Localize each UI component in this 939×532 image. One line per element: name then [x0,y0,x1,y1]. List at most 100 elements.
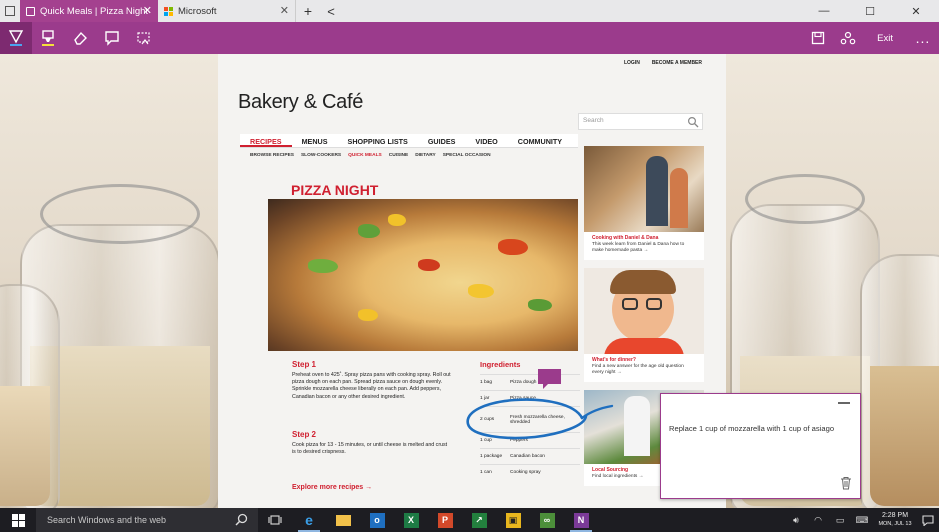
ingredients-list: Ingredients 1 bag Pizza dough 1 jar Pizza … [480,360,580,480]
window-controls: — ☐ ✕ [801,0,939,22]
taskbar-file-explorer[interactable] [326,508,360,532]
person-silhouette [646,156,668,226]
taskbar-outlook[interactable]: o [360,508,394,532]
nav-shopping-lists[interactable]: SHOPPING LISTS [338,134,418,147]
exit-button[interactable]: Exit [863,33,907,44]
taskbar-edge[interactable]: e [292,508,326,532]
tab-preview-button[interactable] [0,0,20,22]
onenote-icon: N [573,512,589,528]
ingredient-row: 1 jar Pizza sauce [480,390,580,406]
subnav-browse-recipes[interactable]: BROWSE RECIPES [250,153,294,158]
ingredient-qty: 1 bag [480,380,493,385]
jar-lid-left [40,184,200,244]
subnav-slow-cookers[interactable]: SLOW-COOKERS [301,153,341,158]
taskbar-search-box[interactable]: Search Windows and the web [36,508,258,532]
site-search-input[interactable]: Search [578,113,703,130]
subnav-cuisine[interactable]: CUISINE [389,153,408,158]
powerpoint-icon: P [437,512,453,528]
nav-video[interactable]: VIDEO [465,134,507,147]
subnav-special-occasion[interactable]: SPECIAL OCCASION [443,153,491,158]
tab-close-icon[interactable]: ✕ [143,4,152,18]
step1-heading: Step 1 [292,360,317,369]
ingredient-row: 2 cups Fresh mozzarella cheese, shredded [480,406,580,432]
eraser-tool-button[interactable] [64,22,96,54]
note-text[interactable]: Replace 1 cup of mozzarella with 1 cup o… [669,424,834,433]
login-link[interactable]: LOGIN [624,60,640,66]
maximize-icon[interactable]: ☐ [847,0,893,22]
glasses-right [646,298,662,310]
money-icon: ↗ [471,512,487,528]
taskbar-excel[interactable]: X [394,508,428,532]
taskbar-clock[interactable]: 2:28 PM MON, JUL 13 [873,511,917,529]
tab-microsoft[interactable]: Microsoft ✕ [158,0,296,22]
start-button[interactable] [0,508,36,532]
taskbar-powerpoint[interactable]: P [428,508,462,532]
file-explorer-icon [335,514,351,526]
ingredient-item: Peppers [510,438,528,443]
sub-nav: BROWSE RECIPES SLOW-COOKERS QUICK MEALS … [250,153,491,158]
notification-icon [922,514,934,526]
task-view-button[interactable] [258,508,292,532]
taskbar-money[interactable]: ↗ [462,508,496,532]
highlighter-tool-button[interactable] [32,22,64,54]
become-member-link[interactable]: BECOME A MEMBER [652,60,702,66]
news-icon: ▣ [505,512,521,528]
sidebar-card-dinner[interactable]: What's for dinner? Find a new answer for… [584,268,704,382]
note-tool-button[interactable] [96,22,128,54]
excel-icon: X [403,512,419,528]
tab-close-icon[interactable]: ✕ [280,4,289,18]
ink-note[interactable]: Replace 1 cup of mozzarella with 1 cup o… [660,393,861,499]
nav-recipes[interactable]: RECIPES [240,134,292,147]
pepper-yellow [468,284,494,298]
nav-community[interactable]: COMMUNITY [508,134,572,147]
minimize-icon[interactable]: — [801,0,847,22]
more-options-button[interactable]: ... [907,30,939,46]
nav-guides[interactable]: GUIDES [418,134,466,147]
ingredient-qty: 2 cups [480,417,495,422]
explore-more-recipes-link[interactable]: Explore more recipes → [292,484,372,491]
card-text: This week learn from Daniel & Dana how t… [592,242,685,253]
pepper-green [308,259,338,273]
back-button[interactable]: < [320,0,342,22]
pen-icon [8,30,24,46]
taskbar-news[interactable]: ▣ [496,508,530,532]
volume-icon[interactable]: 🔊︎ [785,515,807,526]
wifi-icon[interactable]: ◠ [807,515,829,526]
nav-menus[interactable]: MENUS [292,134,338,147]
search-icon [235,513,248,526]
jar-back-left [0,284,60,508]
tab-quick-meals[interactable]: Quick Meals | Pizza Night ✕ [20,0,158,22]
recipe-title: PIZZA NIGHT [291,182,379,198]
pizza-photo [268,199,578,351]
boy-photo [584,268,704,354]
jar-lid-right [745,174,865,224]
keyboard-icon[interactable]: ⌨︎ [851,515,873,526]
pen-tool-button[interactable] [0,22,32,54]
tripadvisor-icon: ∞ [539,512,555,528]
person-silhouette [670,168,688,228]
ingredient-qty: 1 cup [480,438,492,443]
site-brand[interactable]: Bakery & Café [238,91,363,114]
ink-toolbar: Exit ... [0,22,939,54]
ingredient-qty: 1 package [480,454,503,459]
ingredient-row: 1 can Cooking spray [480,464,580,480]
clip-tool-button[interactable] [128,22,160,54]
search-icon[interactable] [687,116,699,128]
trash-icon[interactable] [840,476,852,490]
tab-title: Microsoft [178,5,217,17]
collapse-note-icon[interactable] [838,402,850,404]
battery-icon[interactable]: ▭ [829,515,851,526]
sidebar-card-cooking[interactable]: Cooking with Daniel & Dana This week lea… [584,146,704,260]
taskbar-onenote[interactable]: N [564,508,598,532]
taskbar-tripadvisor[interactable]: ∞ [530,508,564,532]
close-window-icon[interactable]: ✕ [893,0,939,22]
clock-time: 2:28 PM [881,512,909,519]
subnav-quick-meals[interactable]: QUICK MEALS [348,153,382,158]
save-button[interactable] [803,22,833,54]
new-tab-button[interactable]: + [296,0,320,22]
note-marker[interactable] [538,369,561,389]
pepper-red [418,259,440,271]
action-center-button[interactable] [917,514,939,526]
share-button[interactable] [833,22,863,54]
subnav-dietary[interactable]: DIETARY [415,153,436,158]
